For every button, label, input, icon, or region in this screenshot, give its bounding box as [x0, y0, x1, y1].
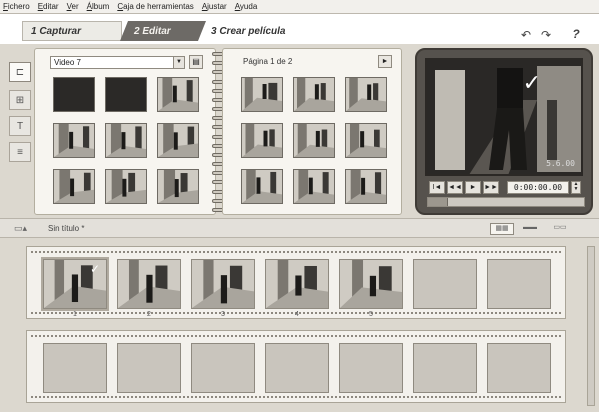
go-to-start-button[interactable]: I◄ [429, 180, 445, 194]
storyboard-empty-slot[interactable] [191, 343, 255, 393]
menu-fichero[interactable]: Fichero [3, 2, 30, 11]
menu-bar: Fichero Editar Ver Álbum Caja de herrami… [0, 0, 599, 14]
scene-list-button[interactable]: ▤ [189, 55, 203, 69]
scene-thumbnail[interactable] [345, 169, 387, 204]
storyboard-clip[interactable] [339, 259, 403, 309]
scene-thumbnail[interactable] [293, 123, 335, 158]
scene-thumbnail[interactable] [345, 77, 387, 112]
storyboard-empty-slot[interactable] [487, 259, 551, 309]
timecode-spinner[interactable]: ▲ ▼ [571, 180, 581, 194]
scene-thumbnail[interactable] [241, 169, 283, 204]
scene-thumbnail[interactable] [53, 169, 95, 204]
storyboard-clip[interactable] [191, 259, 255, 309]
rewind-button[interactable]: ◄◄ [447, 180, 463, 194]
scene-thumbnail[interactable] [345, 123, 387, 158]
help-icon[interactable]: ? [570, 27, 582, 41]
source-video-value: Video 7 [54, 58, 81, 67]
menu-adjust[interactable]: Ajustar [202, 2, 227, 11]
titles-tool-icon[interactable]: T [9, 116, 31, 136]
studio-window: Fichero Editar Ver Álbum Caja de herrami… [0, 0, 599, 412]
movie-window-header: ▭▴ Sin título * ▦▦ ▬▬ ▭▭ [0, 218, 599, 238]
storyboard-view-button[interactable]: ▦▦ [490, 223, 514, 235]
scene-thumbnail[interactable] [293, 77, 335, 112]
scrubber-bar[interactable] [427, 197, 585, 207]
storyboard: ✓ 1 2 3 4 5 [26, 246, 566, 406]
scene-thumbnail[interactable] [241, 123, 283, 158]
storyboard-scrollbar[interactable] [587, 246, 595, 406]
clip-number: 4 [295, 311, 299, 318]
scene-thumbnail[interactable] [157, 169, 199, 204]
undo-icon[interactable]: ↶ [520, 28, 532, 42]
checkmark-icon: ✓ [89, 262, 100, 276]
storyboard-empty-slot[interactable] [43, 343, 107, 393]
page-indicator: Página 1 de 2 [243, 57, 293, 66]
movie-icon: ▭▴ [14, 223, 28, 233]
album-book: Video 7 ▼ ▤ Página 1 de 2 ► [34, 48, 402, 215]
album-tool-strip: ⊏ ⊞ T ≡ [6, 58, 34, 208]
scene-thumbnail[interactable] [53, 77, 95, 112]
timecode-field[interactable]: 0:00:00.00 [507, 180, 569, 194]
scene-thumbnail[interactable] [293, 169, 335, 204]
timeline-view-button[interactable]: ▬▬ [518, 223, 542, 235]
storyboard-empty-slot[interactable] [117, 343, 181, 393]
scene-thumbnail[interactable] [105, 77, 147, 112]
tab-edit[interactable]: 2 Editar [120, 21, 206, 41]
tab-make-movie[interactable]: 3 Crear película [205, 21, 405, 41]
transport-controls: I◄ ◄◄ ► ►► 0:00:00.00 ▲ ▼ [429, 180, 587, 194]
text-view-button[interactable]: ▭▭ [548, 223, 572, 235]
storyboard-clip[interactable]: ✓ [41, 257, 109, 311]
tab-capture[interactable]: 1 Capturar [22, 21, 122, 41]
transitions-tool-icon[interactable]: ⊞ [9, 90, 31, 110]
chevron-down-icon[interactable]: ▼ [173, 57, 184, 68]
scene-thumbnail[interactable] [53, 123, 95, 158]
storyboard-clip[interactable] [117, 259, 181, 309]
clip-number: 1 [73, 311, 77, 318]
next-page-button[interactable]: ► [378, 55, 392, 68]
storyboard-row-1: ✓ 1 2 3 4 5 [26, 246, 566, 319]
video-scenes-tool-icon[interactable]: ⊏ [9, 62, 31, 82]
album-right-page: Página 1 de 2 ► [222, 48, 402, 215]
scene-thumbnail[interactable] [105, 123, 147, 158]
clip-number: 5 [369, 311, 373, 318]
fast-forward-button[interactable]: ►► [483, 180, 499, 194]
clip-number: 3 [221, 311, 225, 318]
redo-icon[interactable]: ↷ [540, 28, 552, 42]
album-left-page: Video 7 ▼ ▤ [34, 48, 216, 215]
clip-number: 2 [147, 311, 151, 318]
scene-thumbnail[interactable] [157, 77, 199, 112]
movie-title: Sin título * [48, 224, 85, 233]
menu-editar[interactable]: Editar [38, 2, 59, 11]
storyboard-empty-slot[interactable] [265, 343, 329, 393]
preview-player: 5.6.00 ✓ I◄ ◄◄ ► ►► 0:00:00.00 ▲ ▼ [415, 48, 593, 215]
storyboard-clip[interactable] [265, 259, 329, 309]
scene-thumbnail[interactable] [157, 123, 199, 158]
menu-help[interactable]: Ayuda [235, 2, 258, 11]
storyboard-row-2 [26, 330, 566, 403]
mode-tab-bar: 1 Capturar 2 Editar 3 Crear película [0, 14, 599, 44]
source-video-select[interactable]: Video 7 ▼ [50, 56, 185, 69]
menu-album[interactable]: Álbum [87, 2, 110, 11]
storyboard-empty-slot[interactable] [487, 343, 551, 393]
scene-thumbnail[interactable] [105, 169, 147, 204]
storyboard-empty-slot[interactable] [339, 343, 403, 393]
preview-overlay-timecode: 5.6.00 [546, 159, 575, 168]
storyboard-empty-slot[interactable] [413, 259, 477, 309]
storyboard-empty-slot[interactable] [413, 343, 477, 393]
play-button[interactable]: ► [465, 180, 481, 194]
scene-thumbnail[interactable] [241, 77, 283, 112]
preview-screen: 5.6.00 ✓ [425, 58, 583, 176]
menu-ver[interactable]: Ver [67, 2, 79, 11]
scrubber-handle[interactable] [428, 198, 448, 206]
menu-toolbox[interactable]: Caja de herramientas [117, 2, 194, 11]
still-images-tool-icon[interactable]: ≡ [9, 142, 31, 162]
checkmark-icon: ✓ [522, 70, 541, 95]
